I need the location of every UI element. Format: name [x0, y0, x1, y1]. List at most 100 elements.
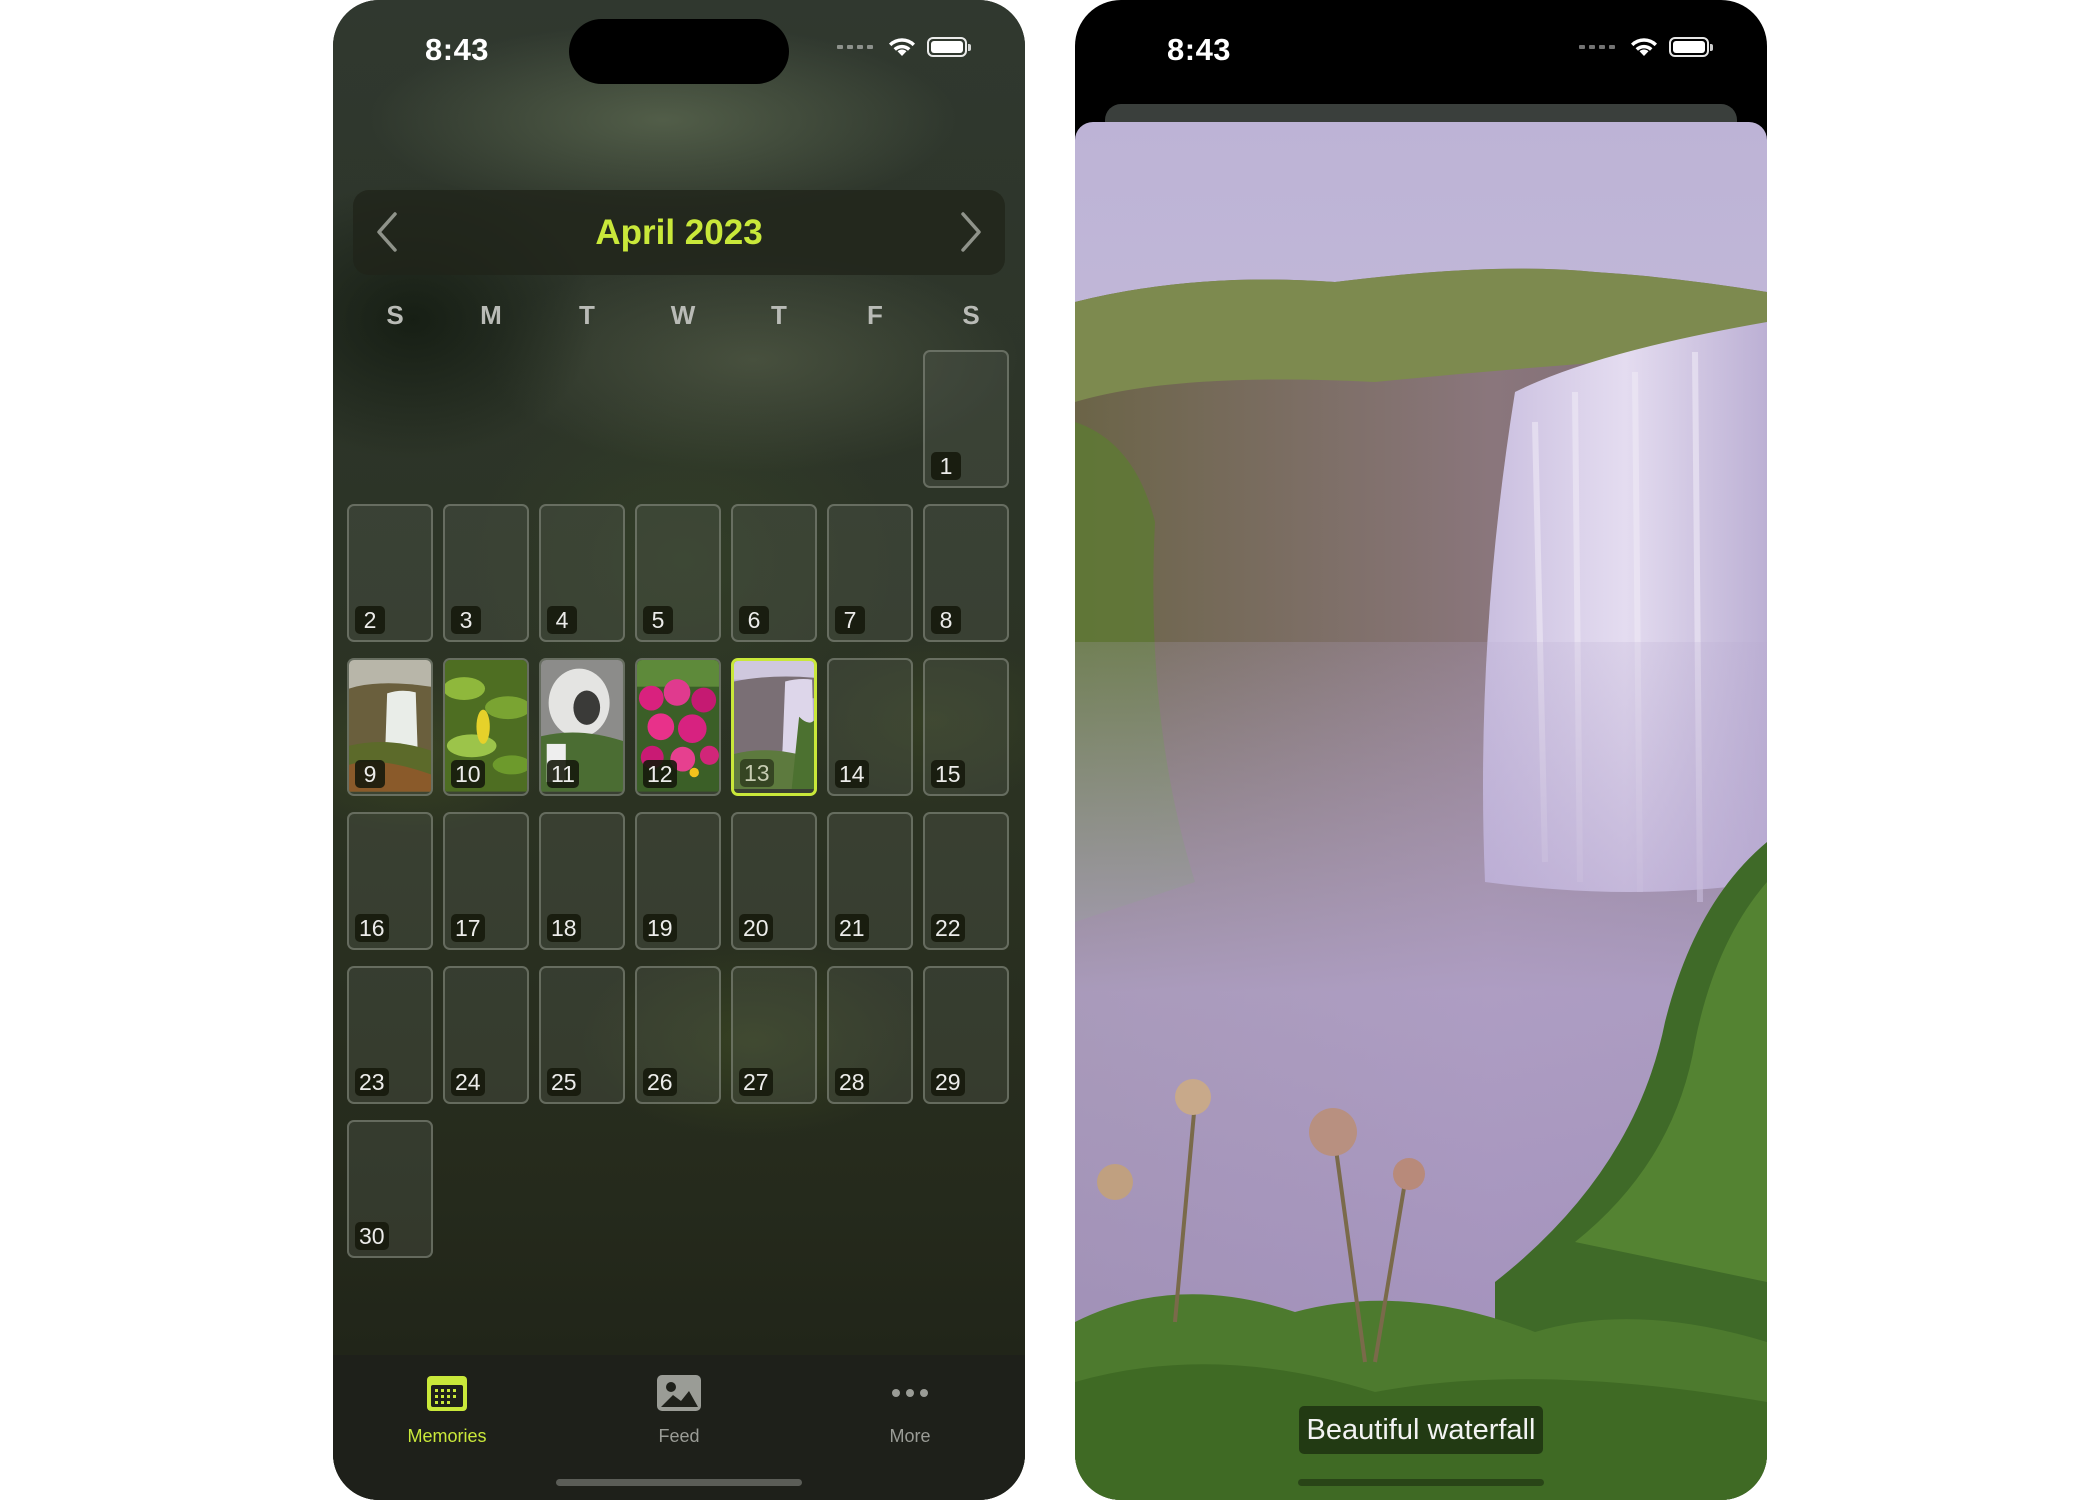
day-cell[interactable]: 15: [923, 658, 1009, 796]
weekday-label: T: [579, 300, 595, 330]
tab-bar: Memories Feed More: [333, 1355, 1025, 1500]
day-cell[interactable]: 23: [347, 966, 433, 1104]
day-cell[interactable]: 8: [923, 504, 1009, 642]
day-cell[interactable]: 18: [539, 812, 625, 950]
chevron-right-icon: [961, 212, 981, 252]
day-cell[interactable]: 3: [443, 504, 529, 642]
month-header: April 2023: [353, 190, 1005, 275]
tab-feed[interactable]: Feed: [589, 1373, 769, 1447]
day-number: 4: [547, 606, 577, 634]
weekday-label: W: [670, 300, 696, 330]
weekday-label: S: [962, 300, 980, 330]
signal-icon: [1579, 45, 1615, 49]
day-number: 7: [835, 606, 865, 634]
month-title: April 2023: [595, 212, 763, 252]
battery-icon: [927, 37, 971, 57]
day-cell[interactable]: 28: [827, 966, 913, 1104]
day-cell-selected[interactable]: 13: [731, 658, 817, 796]
calendar-grid: 1 2 3 4 5 6 7 8 9 10 11 12 13 14 15 16 1…: [347, 350, 1009, 1258]
day-number: 22: [931, 914, 965, 942]
day-number: 8: [931, 606, 961, 634]
day-number: 23: [355, 1068, 389, 1096]
day-number: 30: [355, 1222, 389, 1250]
day-number: 29: [931, 1068, 965, 1096]
tab-label: More: [889, 1426, 931, 1446]
day-number: 20: [739, 914, 773, 942]
day-number: 28: [835, 1068, 869, 1096]
weekday-header: S M T W T F S: [347, 300, 1019, 331]
day-number: 18: [547, 914, 581, 942]
tab-label: Feed: [658, 1426, 700, 1446]
day-cell[interactable]: 29: [923, 966, 1009, 1104]
day-cell[interactable]: 4: [539, 504, 625, 642]
home-indicator: [1298, 1479, 1544, 1486]
day-number: 15: [931, 760, 965, 788]
day-number: 26: [643, 1068, 677, 1096]
ellipsis-icon: [892, 1389, 928, 1397]
day-number: 14: [835, 760, 869, 788]
day-cell[interactable]: 24: [443, 966, 529, 1104]
day-cell[interactable]: 1: [923, 350, 1009, 488]
day-number: 25: [547, 1068, 581, 1096]
day-number: 9: [355, 760, 385, 788]
tab-label: Memories: [407, 1426, 487, 1446]
weekday-label: F: [867, 300, 883, 330]
status-time: 8:43: [1167, 32, 1232, 67]
day-number: 3: [451, 606, 481, 634]
day-number: 27: [739, 1068, 773, 1096]
day-number: 2: [355, 606, 385, 634]
chevron-left-icon: [377, 212, 397, 252]
previous-month-button[interactable]: [367, 212, 407, 252]
day-cell[interactable]: 21: [827, 812, 913, 950]
day-cell[interactable]: 19: [635, 812, 721, 950]
tab-more[interactable]: More: [820, 1373, 1000, 1447]
weekday-label: M: [480, 300, 502, 330]
waterfall-photo: [1075, 122, 1767, 1500]
day-cell[interactable]: 25: [539, 966, 625, 1104]
day-number: 24: [451, 1068, 485, 1096]
day-number: 6: [739, 606, 769, 634]
day-cell-photo[interactable]: 12: [635, 658, 721, 796]
day-number: 1: [931, 452, 961, 480]
day-number: 11: [547, 760, 579, 788]
day-cell[interactable]: 16: [347, 812, 433, 950]
day-cell[interactable]: 26: [635, 966, 721, 1104]
status-icons: [837, 36, 971, 58]
day-number: 5: [643, 606, 673, 634]
day-cell-photo[interactable]: 9: [347, 658, 433, 796]
signal-icon: [837, 45, 873, 49]
photo-detail-screen: 8:43 Beautiful waterfall: [1075, 0, 1767, 1500]
day-number: 13: [740, 759, 774, 787]
day-cell[interactable]: 22: [923, 812, 1009, 950]
photo-icon: [657, 1375, 701, 1411]
day-cell[interactable]: 17: [443, 812, 529, 950]
day-cell[interactable]: 2: [347, 504, 433, 642]
day-cell[interactable]: 27: [731, 966, 817, 1104]
day-number: 16: [355, 914, 389, 942]
day-cell-photo[interactable]: 11: [539, 658, 625, 796]
day-cell[interactable]: 6: [731, 504, 817, 642]
day-cell[interactable]: 20: [731, 812, 817, 950]
weekday-label: T: [771, 300, 787, 330]
day-cell[interactable]: 14: [827, 658, 913, 796]
calendar-screen: 8:43 April 2023 S M T W T F S 1 2 3 4 5 …: [333, 0, 1025, 1500]
day-number: 12: [643, 760, 677, 788]
day-cell[interactable]: 5: [635, 504, 721, 642]
dynamic-island: [569, 19, 789, 84]
wifi-icon: [1631, 38, 1657, 56]
home-indicator: [556, 1479, 802, 1486]
status-time: 8:43: [425, 32, 490, 67]
next-month-button[interactable]: [951, 212, 991, 252]
photo-sheet[interactable]: Beautiful waterfall: [1075, 122, 1767, 1500]
day-number: 21: [835, 914, 869, 942]
day-cell[interactable]: 7: [827, 504, 913, 642]
tab-memories[interactable]: Memories: [357, 1373, 537, 1447]
day-cell-photo[interactable]: 10: [443, 658, 529, 796]
weekday-label: S: [386, 300, 404, 330]
photo-caption: Beautiful waterfall: [1299, 1406, 1543, 1454]
calendar-icon: [427, 1376, 467, 1411]
day-cell[interactable]: 30: [347, 1120, 433, 1258]
day-number: 19: [643, 914, 677, 942]
status-icons: [1579, 36, 1713, 58]
battery-icon: [1669, 37, 1713, 57]
